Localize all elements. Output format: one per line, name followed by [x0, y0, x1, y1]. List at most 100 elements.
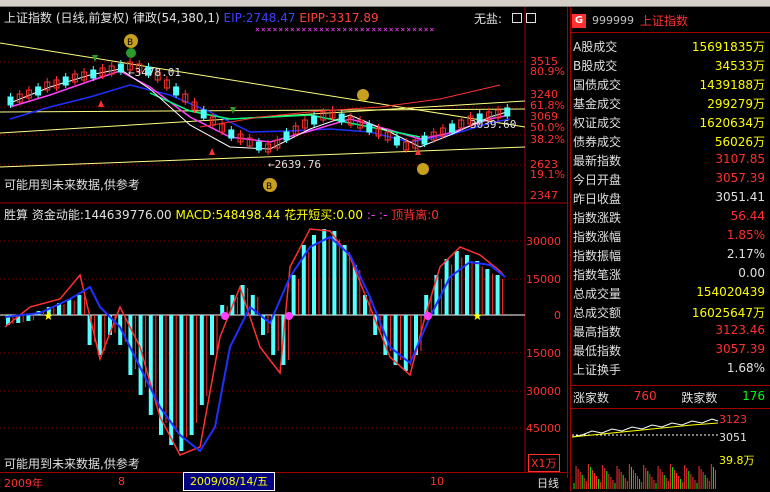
quote-value: 1439188万: [699, 78, 765, 92]
price-axis-label: 2347: [530, 189, 558, 202]
quote-key: 上证换手: [573, 363, 622, 377]
quote-row: 债券成交 56026万: [573, 133, 765, 151]
quote-row: 国债成交 1439188万: [573, 76, 765, 94]
quote-row: 权证成交 1620634万: [573, 114, 765, 132]
macd-bar: [199, 315, 204, 405]
quote-value: 1.85%: [726, 228, 765, 242]
macd-bar: [67, 299, 72, 315]
quote-row: 总成交量 154020439: [573, 285, 765, 303]
quote-key: 指数涨幅: [573, 230, 622, 244]
top-divergence: 顶背离:0: [391, 208, 439, 222]
macd-axis-label: 15000: [526, 347, 561, 360]
last-annotation: 3039.60: [470, 118, 516, 131]
month-label: 10: [430, 475, 444, 488]
down-label: 跌家数: [681, 391, 718, 405]
panel-divider: [570, 32, 770, 33]
quote-key: 指数笔涨: [573, 268, 622, 282]
chart-header: 上证指数 (日线,前复权) 律政(54,380,1) EIP:2748.47 E…: [4, 9, 379, 26]
macd-axis-label: 0: [554, 309, 561, 322]
quote-key: 总成交额: [573, 306, 622, 320]
quote-row: 上证换手 1.68%: [573, 361, 765, 379]
quote-row: 总成交额 16025647万: [573, 304, 765, 322]
macd-bar: [312, 235, 316, 315]
quote-key: A股成交: [573, 40, 618, 54]
future-data-warning: 可能用到未来数据,供参考: [4, 457, 140, 471]
quote-value: 299279万: [707, 97, 765, 111]
quote-key: 国债成交: [573, 78, 622, 92]
quote-row: 昨日收盘 3051.41: [573, 190, 765, 208]
down-count: 176: [742, 389, 765, 403]
macd-bar: [393, 315, 398, 365]
quote-key: 总成交量: [573, 287, 622, 301]
macd-bar: [77, 295, 82, 315]
quote-value: 3123.46: [715, 323, 765, 337]
dash-values: :- :-: [366, 208, 388, 222]
index-name: 上证指数: [4, 11, 53, 25]
quote-value: 3107.85: [715, 152, 765, 166]
date-axis-bar: [0, 472, 567, 492]
quote-value: 3057.39: [715, 342, 765, 356]
up-count: 760: [633, 389, 657, 403]
macd-axis-label: 30000: [526, 385, 561, 398]
svg-text:B: B: [127, 38, 133, 48]
svg-text:★: ★: [472, 309, 483, 323]
up-label: 涨家数: [573, 391, 610, 405]
macd-bar: [322, 229, 327, 315]
quote-value: 15691835万: [691, 40, 765, 54]
main-chart-svg: ←3478.01 ←2639.76 3039.60 B B ★ ★: [0, 7, 567, 472]
quote-value: 2.17%: [726, 247, 765, 261]
high-annotation: ←3478.01: [128, 66, 181, 79]
period-tab[interactable]: 日线: [537, 475, 559, 491]
quote-key: 最高指数: [573, 325, 622, 339]
quote-key: 基金成交: [573, 97, 622, 111]
quote-value: 34533万: [714, 59, 765, 73]
macd-bar: [148, 315, 153, 415]
quote-row: 指数振幅 2.17%: [573, 247, 765, 265]
unit-button[interactable]: X1万: [528, 454, 560, 472]
quote-key: 昨日收盘: [573, 192, 622, 206]
quote-key: 债券成交: [573, 135, 622, 149]
quote-value: 1620634万: [699, 116, 765, 130]
fund-momentum: 资金动能:144639776.00: [31, 208, 172, 222]
macd-bar: [495, 275, 500, 315]
toggle-box-2[interactable]: [526, 13, 536, 23]
signal-row: ×××××××××××××××××××××××××××××××: [255, 25, 436, 34]
low-annotation: ←2639.76: [268, 158, 321, 171]
mini-volume: 39.8万: [719, 454, 755, 467]
macd-axis-label: 15000: [526, 273, 561, 286]
price-axis-label: 80.9%: [530, 65, 565, 78]
quote-value: 1.68%: [726, 361, 765, 375]
quote-row: 指数涨跌 56.44: [573, 209, 765, 227]
index-name-panel: 上证指数: [640, 14, 689, 28]
advance-decline-row: 涨家数 760 跌家数 176: [573, 389, 765, 406]
quote-value: 154020439: [696, 285, 765, 299]
macd-bar: [403, 315, 408, 371]
macd-bar: [475, 261, 480, 315]
toggle-box-1[interactable]: [512, 13, 522, 23]
quote-value: 3051.41: [715, 190, 765, 204]
quote-row: 指数涨幅 1.85%: [573, 228, 765, 246]
macd-bar: [189, 315, 194, 435]
signal-markers: B B: [92, 34, 429, 192]
macd-bar: [250, 295, 255, 315]
quote-key: 今日开盘: [573, 173, 622, 187]
quote-row: 最高指数 3123.46: [573, 323, 765, 341]
short-buy: 花开短买:0.00: [284, 208, 364, 222]
panel-divider: [570, 385, 770, 386]
status-label: 无盐:: [474, 12, 503, 26]
quote-row: 今日开盘 3057.39: [573, 171, 765, 189]
quote-value: 56.44: [730, 209, 765, 223]
indicator-name: 律政(54,380,1): [132, 11, 220, 25]
macd-bar: [342, 245, 347, 315]
index-code: 999999: [592, 14, 634, 27]
quote-row: 最新指数 3107.85: [573, 152, 765, 170]
quote-value: 16025647万: [691, 306, 765, 320]
macd-bar: [26, 315, 31, 321]
macd-bar: [454, 251, 459, 315]
quote-row: B股成交 34533万: [573, 57, 765, 75]
macd-bar: [332, 231, 337, 315]
macd-value: MACD:548498.44: [175, 208, 281, 222]
quote-row: 基金成交 299279万: [573, 95, 765, 113]
price-axis-label: 19.1%: [530, 168, 565, 181]
macd-axis-label: 30000: [526, 235, 561, 248]
